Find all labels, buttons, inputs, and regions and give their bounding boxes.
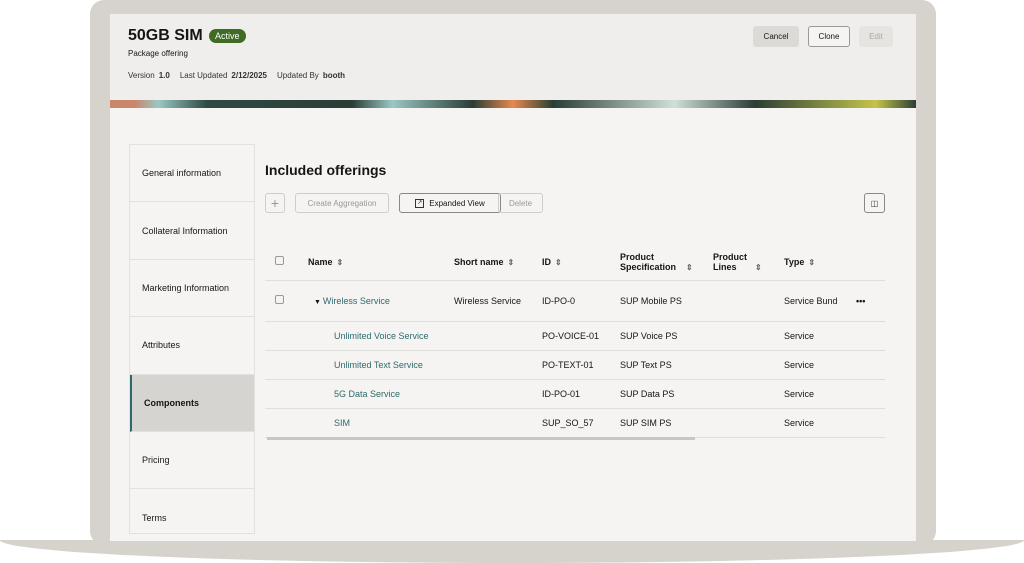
offerings-table: Name ⇕ Short name ⇕ ID ⇕ Product Specificat…: [265, 244, 885, 438]
delete-button[interactable]: Delete: [498, 193, 543, 213]
section-title: Included offerings: [265, 162, 387, 178]
col-type-label: Type: [784, 256, 805, 267]
row-lines: [713, 350, 784, 380]
row-short: [454, 321, 542, 351]
meta-info: Version 1.0 Last Updated 2/12/2025 Updated B…: [128, 71, 355, 80]
row-id: ID-PO-01: [542, 379, 620, 409]
add-button[interactable]: +: [265, 193, 285, 213]
horizontal-scrollbar[interactable]: [267, 437, 695, 440]
row-name-link[interactable]: Unlimited Voice Service: [334, 331, 429, 341]
sidebar-item-components[interactable]: Components: [130, 374, 254, 432]
sort-icon: ⇕: [755, 262, 762, 272]
sidebar-item-pricing[interactable]: Pricing: [130, 432, 254, 490]
row-id: PO-TEXT-01: [542, 350, 620, 380]
column-layout-icon[interactable]: ◫: [864, 193, 885, 213]
screen: 50GB SIM Active Package offering Version…: [110, 14, 916, 541]
row-name-link[interactable]: SIM: [334, 418, 350, 428]
row-type: Service Bund: [784, 280, 840, 322]
sort-icon: ⇕: [555, 257, 562, 267]
row-type: Service: [784, 408, 840, 438]
col-spec[interactable]: Product Specification ⇕: [620, 244, 713, 281]
table-row[interactable]: ▼ Wireless Service Wireless Service ID-P…: [265, 280, 885, 322]
row-spec: SUP SIM PS: [620, 408, 713, 438]
sort-icon: ⇕: [808, 257, 816, 267]
select-all-checkbox[interactable]: [275, 256, 284, 266]
sort-icon: ⇕: [336, 257, 344, 267]
page-subtitle: Package offering: [128, 49, 188, 58]
main-panel: Included offerings + Create Aggregation …: [255, 144, 895, 534]
version-value: 1.0: [158, 71, 170, 80]
collapse-icon[interactable]: ▼: [314, 299, 323, 306]
row-type: Service: [784, 379, 840, 409]
col-id-label: ID: [542, 256, 551, 267]
row-id: ID-PO-0: [542, 280, 620, 322]
row-short: Wireless Service: [454, 280, 542, 322]
sidebar-item-general[interactable]: General information: [130, 145, 254, 203]
expanded-view-label: Expanded View: [429, 198, 485, 208]
row-lines: [713, 280, 784, 322]
status-badge: Active: [209, 29, 246, 43]
row-lines: [713, 379, 784, 409]
updated-by-value: booth: [322, 71, 346, 80]
row-short: [454, 408, 542, 438]
row-name-link[interactable]: Unlimited Text Service: [334, 360, 423, 370]
row-lines: [713, 408, 784, 438]
table-row[interactable]: Unlimited Voice Service PO-VOICE-01 SUP Vo…: [265, 321, 885, 351]
page-header: 50GB SIM Active Package offering Version…: [110, 14, 916, 100]
table-row[interactable]: Unlimited Text Service PO-TEXT-01 SUP Text…: [265, 350, 885, 380]
row-id: PO-VOICE-01: [542, 321, 620, 351]
page-title: 50GB SIM: [128, 27, 203, 44]
col-short-label: Short name: [454, 256, 504, 267]
row-short: [454, 379, 542, 409]
edit-button[interactable]: Edit: [859, 26, 893, 47]
row-name-link[interactable]: 5G Data Service: [334, 389, 400, 399]
row-checkbox[interactable]: [275, 295, 284, 304]
row-spec: SUP Voice PS: [620, 321, 713, 351]
decorative-banner: [110, 100, 916, 108]
cancel-button[interactable]: Cancel: [753, 26, 799, 47]
sort-icon: ⇕: [507, 257, 515, 267]
row-spec: SUP Text PS: [620, 350, 713, 380]
create-aggregation-button[interactable]: Create Aggregation: [295, 193, 389, 213]
table-row[interactable]: 5G Data Service ID-PO-01 SUP Data PS Servic…: [265, 379, 885, 409]
version-label: Version: [128, 71, 155, 80]
sidebar: General information Collateral Informati…: [129, 144, 255, 534]
row-type: Service: [784, 321, 840, 351]
table-row[interactable]: SIM SUP_SO_57 SUP SIM PS Service: [265, 408, 885, 438]
sidebar-item-terms[interactable]: Terms: [130, 489, 254, 541]
col-lines-label: Product Lines: [713, 251, 748, 272]
col-id[interactable]: ID ⇕: [542, 244, 620, 281]
expand-icon: ↗: [415, 198, 425, 208]
more-actions-icon[interactable]: •••: [840, 280, 885, 322]
last-updated-value: 2/12/2025: [231, 71, 267, 80]
last-updated-label: Last Updated: [179, 71, 228, 80]
row-short: [454, 350, 542, 380]
row-spec: SUP Data PS: [620, 379, 713, 409]
row-type: Service: [784, 350, 840, 380]
sidebar-item-collateral[interactable]: Collateral Information: [130, 202, 254, 260]
sort-icon: ⇕: [686, 262, 693, 272]
col-short-name[interactable]: Short name ⇕: [454, 244, 542, 281]
col-name[interactable]: Name ⇕: [308, 244, 454, 281]
expanded-view-button[interactable]: ↗ Expanded View: [399, 193, 501, 213]
updated-by-label: Updated By: [277, 71, 319, 80]
col-spec-label: Product Specification: [620, 251, 677, 272]
row-spec: SUP Mobile PS: [620, 280, 713, 322]
col-type[interactable]: Type ⇕: [784, 244, 840, 281]
clone-button[interactable]: Clone: [808, 26, 850, 47]
row-lines: [713, 321, 784, 351]
sidebar-item-attributes[interactable]: Attributes: [130, 317, 254, 375]
laptop-base: [0, 540, 1024, 563]
row-id: SUP_SO_57: [542, 408, 620, 438]
table-header: Name ⇕ Short name ⇕ ID ⇕ Product Specificat…: [265, 244, 885, 281]
row-name-link[interactable]: Wireless Service: [323, 296, 390, 306]
col-name-label: Name: [308, 256, 333, 267]
col-lines[interactable]: Product Lines ⇕: [713, 244, 784, 281]
sidebar-item-marketing[interactable]: Marketing Information: [130, 260, 254, 318]
